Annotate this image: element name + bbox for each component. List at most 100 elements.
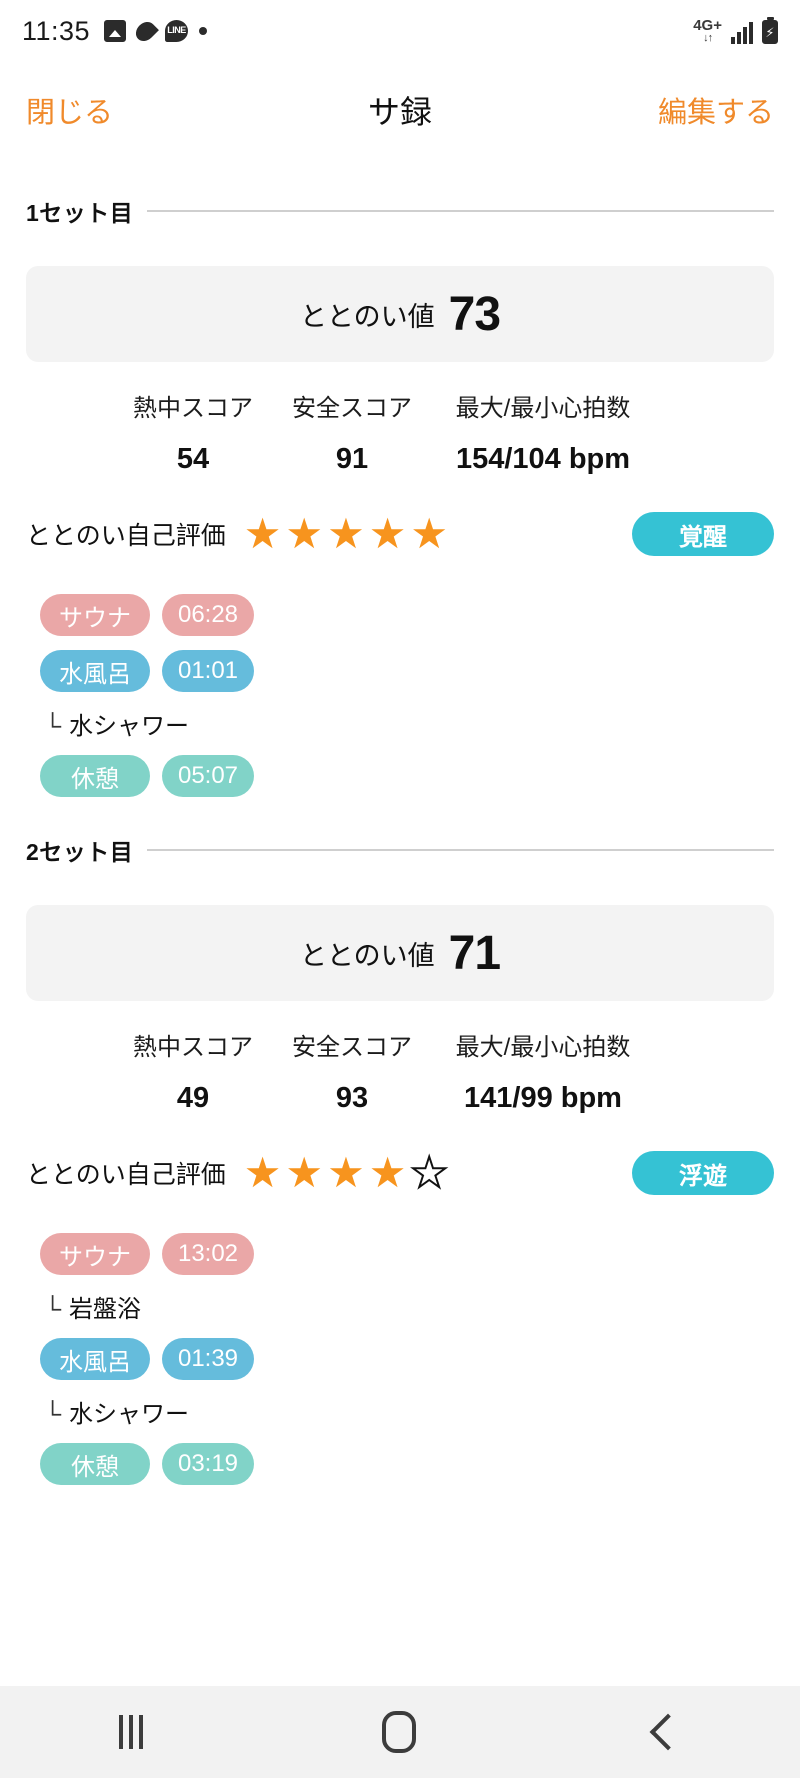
star-icon[interactable]: ★	[410, 513, 448, 555]
network-4g-icon: 4G+ ↓↑	[693, 17, 722, 44]
app-screen: 11:35 LINE 4G+ ↓↑ ⚡ 閉じる サ録 編集する 1セット目 とと…	[0, 0, 800, 1778]
sets-list: 1セット目 ととのい値 73 熱中スコア 54 安全スコア 91 最大/最小心拍…	[0, 194, 800, 1485]
phase-time-pill: 05:07	[162, 755, 254, 797]
phase-name-pill: 水風呂	[40, 650, 150, 692]
totonoi-score-label: ととのい値	[299, 301, 435, 332]
metric-label: 熱中スコア	[133, 395, 253, 422]
totonoi-score-label: ととのい値	[299, 940, 435, 971]
metric-label: 最大/最小心拍数	[455, 395, 631, 422]
totonoi-score-value: 73	[448, 287, 501, 341]
android-navigation-bar	[0, 1686, 800, 1778]
self-rating-row: ととのい自己評価 ★ ★ ★ ★ ★ 浮遊	[26, 1151, 774, 1195]
metric-heart-rate: 最大/最小心拍数 141/99 bpm	[428, 1027, 658, 1115]
metric-value: 49	[176, 1082, 210, 1114]
phase-name-pill: 水風呂	[40, 1338, 150, 1380]
star-rating[interactable]: ★ ★ ★ ★ ★	[244, 513, 448, 555]
metric-label: 最大/最小心拍数	[455, 1034, 631, 1061]
totonoi-score-value: 71	[448, 926, 501, 980]
phase-time-pill: 01:39	[162, 1338, 254, 1380]
recent-apps-icon[interactable]	[119, 1715, 144, 1749]
star-outline-icon[interactable]: ★	[409, 1151, 449, 1195]
phase-name-pill: サウナ	[40, 594, 150, 636]
set-header: 2セット目	[26, 833, 774, 867]
metric-heat-score: 熱中スコア 49	[110, 1027, 276, 1115]
phase-time-pill: 06:28	[162, 594, 254, 636]
phase-row: 休憩 05:07	[26, 755, 774, 797]
phase-sub-label: └ 水シャワー	[26, 706, 774, 741]
section-divider	[147, 210, 774, 212]
metric-value: 154/104 bpm	[455, 443, 631, 475]
tree-branch-icon: └	[44, 713, 62, 740]
status-left-icons: LINE	[104, 17, 208, 45]
battery-charging-icon: ⚡	[762, 17, 778, 44]
metric-value: 141/99 bpm	[464, 1082, 622, 1114]
status-right-icons: 4G+ ↓↑ ⚡	[693, 17, 778, 44]
dot-icon	[199, 27, 208, 35]
set-title: 2セット目	[26, 839, 134, 865]
set-header: 1セット目	[26, 194, 774, 228]
phase-sub-name: 水シャワー	[69, 1401, 190, 1428]
back-icon[interactable]	[649, 1713, 687, 1751]
phase-sub-name: 水シャワー	[69, 713, 190, 740]
phase-time-pill: 01:01	[162, 650, 254, 692]
phase-sub-name: 岩盤浴	[69, 1296, 142, 1323]
phase-name-pill: 休憩	[40, 755, 150, 797]
set-section: 1セット目 ととのい値 73 熱中スコア 54 安全スコア 91 最大/最小心拍…	[26, 194, 774, 797]
home-icon[interactable]	[381, 1711, 416, 1753]
self-rating-label: ととのい自己評価	[26, 522, 226, 550]
metrics-row: 熱中スコア 54 安全スコア 91 最大/最小心拍数 154/104 bpm	[26, 388, 774, 476]
star-icon[interactable]: ★	[244, 1152, 282, 1194]
metric-safety-score: 安全スコア 91	[276, 388, 428, 476]
star-icon[interactable]: ★	[285, 1152, 323, 1194]
metric-value: 54	[176, 443, 210, 475]
star-icon[interactable]: ★	[369, 1152, 407, 1194]
phase-row: 休憩 03:19	[26, 1443, 774, 1485]
star-icon[interactable]: ★	[327, 513, 365, 555]
set-title: 1セット目	[26, 200, 134, 226]
star-icon[interactable]: ★	[369, 513, 407, 555]
metric-safety-score: 安全スコア 93	[276, 1027, 428, 1115]
phase-name-pill: 休憩	[40, 1443, 150, 1485]
status-badge: 浮遊	[632, 1151, 774, 1195]
star-icon[interactable]: ★	[285, 513, 323, 555]
metrics-row: 熱中スコア 49 安全スコア 93 最大/最小心拍数 141/99 bpm	[26, 1027, 774, 1115]
edit-button[interactable]: 編集する	[658, 89, 774, 131]
star-icon[interactable]: ★	[244, 513, 282, 555]
status-bar: 11:35 LINE 4G+ ↓↑ ⚡	[0, 0, 800, 62]
metric-heat-score: 熱中スコア 54	[110, 388, 276, 476]
tree-branch-icon: └	[44, 1401, 62, 1428]
phase-row: 水風呂 01:01	[26, 650, 774, 692]
phase-row: サウナ 13:02	[26, 1233, 774, 1275]
phase-row: 水風呂 01:39	[26, 1338, 774, 1380]
section-divider	[147, 849, 774, 851]
metric-label: 安全スコア	[292, 1034, 412, 1061]
metric-label: 安全スコア	[292, 395, 412, 422]
phase-list: サウナ 06:28 水風呂 01:01 └ 水シャワー 休憩 05:07	[26, 594, 774, 797]
metric-label: 熱中スコア	[133, 1034, 253, 1061]
phase-name-pill: サウナ	[40, 1233, 150, 1275]
self-rating-row: ととのい自己評価 ★ ★ ★ ★ ★ 覚醒	[26, 512, 774, 556]
phase-sub-label: └ 水シャワー	[26, 1394, 774, 1429]
totonoi-score-card: ととのい値 73	[26, 266, 774, 362]
phase-time-pill: 13:02	[162, 1233, 254, 1275]
tree-branch-icon: └	[44, 1296, 62, 1323]
signal-bars-icon	[731, 22, 753, 44]
close-button[interactable]: 閉じる	[26, 89, 113, 131]
set-section: 2セット目 ととのい値 71 熱中スコア 49 安全スコア 93 最大/最小心拍…	[26, 833, 774, 1485]
line-icon: LINE	[165, 20, 189, 42]
photo-icon	[104, 20, 127, 42]
metric-heart-rate: 最大/最小心拍数 154/104 bpm	[428, 388, 658, 476]
droplet-icon	[132, 17, 159, 45]
totonoi-score-card: ととのい値 71	[26, 905, 774, 1001]
phase-sub-label: └ 岩盤浴	[26, 1289, 774, 1324]
star-icon[interactable]: ★	[327, 1152, 365, 1194]
phase-row: サウナ 06:28	[26, 594, 774, 636]
star-rating[interactable]: ★ ★ ★ ★ ★	[244, 1151, 449, 1195]
phase-time-pill: 03:19	[162, 1443, 254, 1485]
phase-list: サウナ 13:02 └ 岩盤浴 水風呂 01:39 └ 水シャワー 休憩 03:19	[26, 1233, 774, 1485]
self-rating-label: ととのい自己評価	[26, 1161, 226, 1189]
metric-value: 93	[335, 1082, 369, 1114]
status-badge: 覚醒	[632, 512, 774, 556]
status-time: 11:35	[22, 15, 91, 46]
metric-value: 91	[335, 443, 369, 475]
